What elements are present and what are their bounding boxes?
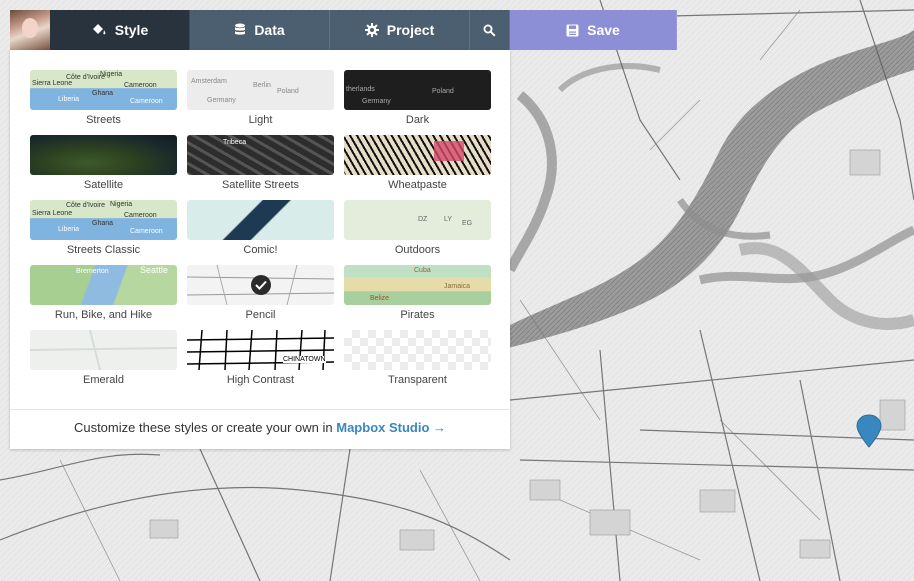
thumb-label: Berlin: [253, 82, 271, 89]
thumb-label: Poland: [277, 88, 299, 95]
thumb-label: Sierra Leone: [32, 80, 73, 87]
thumb-label: Nigeria: [110, 201, 133, 208]
style-option-satellite-streets[interactable]: Tribeca Satellite Streets: [187, 135, 334, 200]
user-avatar[interactable]: [10, 10, 50, 50]
panel-footer: Customize these styles or create your ow…: [10, 420, 510, 435]
style-option-satellite[interactable]: Satellite: [30, 135, 177, 200]
style-label: Transparent: [388, 374, 447, 386]
save-button-label: Save: [587, 22, 620, 38]
style-option-streets-classic[interactable]: Côte d'Ivoire Nigeria Sierra Leone Ghana…: [30, 200, 177, 265]
tab-style[interactable]: Style: [50, 10, 190, 50]
style-label: Emerald: [83, 374, 124, 386]
panel-divider: [10, 409, 510, 410]
thumb-label: Germany: [362, 98, 391, 105]
selected-check-icon: [251, 275, 271, 295]
style-thumbnail: Amsterdam Berlin Germany Poland: [187, 70, 334, 110]
tab-project-label: Project: [386, 22, 435, 38]
style-label: Streets Classic: [66, 244, 141, 256]
style-label: Outdoors: [394, 244, 441, 256]
style-thumbnail: [30, 135, 177, 175]
style-option-streets[interactable]: Nigeria Côte d'Ivoire Sierra Leone Ghana…: [30, 70, 177, 135]
thumb-label: Liberia: [58, 96, 80, 103]
thumb-label: Amsterdam: [191, 78, 227, 85]
style-label: Satellite: [83, 179, 124, 191]
thumb-label: Liberia: [58, 226, 80, 233]
gear-icon: [364, 23, 379, 37]
style-label: Pirates: [400, 309, 435, 321]
thumb-label: Jamaica: [444, 283, 471, 290]
style-label: Pencil: [245, 309, 276, 321]
thumb-label: Tribeca: [223, 139, 247, 146]
thumb-label: Cameroon: [124, 82, 157, 89]
style-thumbnail: [187, 200, 334, 240]
style-label: Run, Bike, and Hike: [54, 309, 153, 321]
style-thumbnail: therlands Poland Germany: [344, 70, 491, 110]
style-option-pencil[interactable]: Pencil: [187, 265, 334, 330]
style-thumbnail: [187, 265, 334, 305]
thumb-label: Ghana: [92, 90, 114, 97]
style-thumbnail: Côte d'Ivoire Nigeria Sierra Leone Ghana…: [30, 200, 177, 240]
style-option-outdoors[interactable]: DZ LY EG Outdoors: [344, 200, 491, 265]
style-thumbnail: Bremerton Seattle: [30, 265, 177, 305]
style-option-wheatpaste[interactable]: Wheatpaste: [344, 135, 491, 200]
save-button[interactable]: Save: [510, 10, 677, 50]
map-marker-icon[interactable]: [856, 414, 882, 448]
floppy-disk-icon: [566, 24, 579, 36]
style-label: Light: [248, 114, 273, 126]
thumb-label: Ghana: [92, 220, 114, 227]
thumb-label: CHINATOWN: [283, 356, 326, 363]
thumb-label: Seattle: [140, 265, 169, 275]
database-icon: [235, 23, 246, 35]
style-thumbnail: Tribeca: [187, 135, 334, 175]
style-label: Satellite Streets: [221, 179, 300, 191]
thumb-label: Poland: [432, 88, 454, 95]
style-option-dark[interactable]: therlands Poland Germany Dark: [344, 70, 491, 135]
style-thumbnail: Nigeria Côte d'Ivoire Sierra Leone Ghana…: [30, 70, 177, 110]
thumb-label: Cuba: [414, 267, 431, 274]
top-toolbar: Style Data Project Save: [10, 10, 677, 50]
style-option-run-bike-hike[interactable]: Bremerton Seattle Run, Bike, and Hike: [30, 265, 177, 330]
style-picker-panel: Nigeria Côte d'Ivoire Sierra Leone Ghana…: [10, 50, 510, 449]
thumb-label: EG: [462, 220, 473, 227]
style-thumbnail: Cuba Jamaica Belize: [344, 265, 491, 305]
thumb-label: Germany: [207, 97, 236, 104]
mapbox-studio-link[interactable]: Mapbox Studio →: [336, 420, 446, 435]
style-label: Dark: [405, 114, 430, 126]
style-label: Wheatpaste: [388, 179, 447, 191]
tab-project[interactable]: Project: [330, 10, 470, 50]
style-option-emerald[interactable]: Emerald: [30, 330, 177, 395]
thumb-label: Cameroon: [124, 212, 157, 219]
style-grid: Nigeria Côte d'Ivoire Sierra Leone Ghana…: [30, 70, 491, 395]
search-button[interactable]: [470, 10, 510, 50]
thumb-label: Cameroon: [130, 228, 163, 235]
style-option-pirates[interactable]: Cuba Jamaica Belize Pirates: [344, 265, 491, 330]
footer-text: Customize these styles or create your ow…: [73, 420, 333, 435]
style-thumbnail: [344, 135, 491, 175]
tab-style-label: Style: [114, 22, 149, 38]
thumb-label: Côte d'Ivoire: [66, 202, 106, 209]
style-option-transparent[interactable]: Transparent: [344, 330, 491, 395]
search-icon: [483, 24, 496, 37]
style-option-light[interactable]: Amsterdam Berlin Germany Poland Light: [187, 70, 334, 135]
thumb-label: Sierra Leone: [32, 210, 73, 217]
tab-data-label: Data: [254, 22, 285, 38]
style-label: Comic!: [243, 244, 278, 256]
thumb-label: Belize: [370, 295, 390, 302]
style-option-comic[interactable]: Comic!: [187, 200, 334, 265]
thumb-label: DZ: [418, 216, 428, 223]
thumb-label: Cameroon: [130, 98, 163, 105]
thumb-label: LY: [444, 216, 453, 223]
style-option-high-contrast[interactable]: CHINATOWN High Contrast: [187, 330, 334, 395]
style-label: Streets: [86, 114, 121, 126]
tab-data[interactable]: Data: [190, 10, 330, 50]
style-thumbnail: [30, 330, 177, 370]
thumb-label: therlands: [346, 86, 375, 93]
style-label: High Contrast: [226, 374, 295, 386]
paint-bucket-icon: [92, 24, 106, 35]
style-thumbnail: DZ LY EG: [344, 200, 491, 240]
style-thumbnail: CHINATOWN: [187, 330, 334, 370]
thumb-label: Bremerton: [76, 268, 109, 275]
style-thumbnail: [344, 330, 491, 370]
